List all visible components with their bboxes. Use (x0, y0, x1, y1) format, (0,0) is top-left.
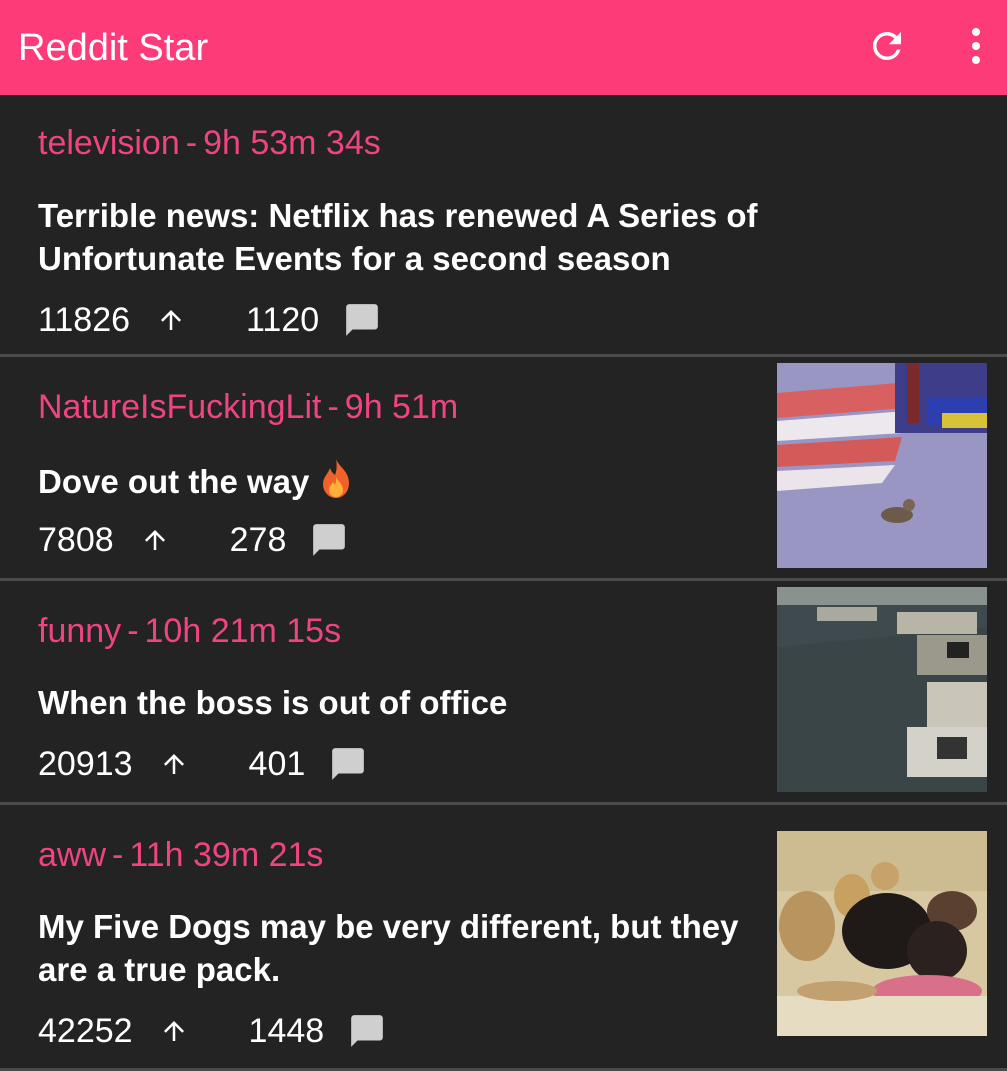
more-vert-icon (972, 28, 980, 64)
post-title: Dove out the way (38, 463, 310, 500)
app-bar: Reddit Star (0, 0, 1007, 95)
meta-separator: - (185, 124, 198, 162)
fire-icon (319, 457, 353, 509)
post-age: 9h 53m 34s (203, 124, 381, 162)
dove-on-flag-image (777, 363, 987, 568)
upvote-count: 7808 (38, 521, 114, 559)
post-thumbnail[interactable] (777, 587, 987, 792)
comment-icon[interactable] (348, 1012, 386, 1050)
post-list-item[interactable]: aww -11h 39m 21s My Five Dogs may be very… (0, 805, 1007, 1071)
upvote-count: 20913 (38, 745, 133, 783)
post-thumbnail[interactable] (777, 831, 987, 1036)
post-list-item[interactable]: funny -10h 21m 15s When the boss is out o… (0, 581, 1007, 805)
post-subreddit[interactable]: television (38, 124, 180, 162)
post-stats: 20913 401 (38, 744, 367, 784)
post-subreddit[interactable]: funny (38, 612, 121, 650)
comment-count: 1120 (246, 301, 320, 339)
post-stats: 7808 278 (38, 520, 348, 560)
arrow-up-icon[interactable] (140, 525, 170, 555)
app-root: Reddit Star television -9h 53m 34s Terrib… (0, 0, 1007, 1071)
post-title-row: Dove out the way (38, 457, 768, 509)
dogs-on-couch-image (777, 831, 987, 1036)
post-list-item[interactable]: television -9h 53m 34s Terrible news: Net… (0, 95, 1007, 357)
post-list-item[interactable]: NatureIsFuckingLit -9h 51m Dove out the w… (0, 357, 1007, 581)
post-age: 10h 21m 15s (144, 612, 342, 650)
comment-count: 401 (248, 745, 306, 783)
upvote-count: 11826 (38, 301, 131, 339)
meta-separator: - (127, 612, 139, 650)
comment-icon[interactable] (310, 521, 348, 559)
comment-icon[interactable] (329, 745, 367, 783)
post-meta: NatureIsFuckingLit -9h 51m (38, 387, 458, 427)
post-subreddit[interactable]: aww (38, 836, 106, 874)
refresh-icon (873, 31, 901, 60)
post-title: My Five Dogs may be very different, but … (38, 908, 739, 988)
refresh-button[interactable] (863, 22, 911, 70)
office-image (777, 587, 987, 792)
post-meta: aww -11h 39m 21s (38, 835, 323, 875)
post-age: 11h 39m 21s (129, 836, 324, 874)
post-meta: television -9h 53m 34s (38, 123, 381, 163)
meta-separator: - (327, 388, 339, 426)
post-age: 9h 51m (344, 388, 459, 426)
post-title: When the boss is out of office (38, 684, 508, 721)
arrow-up-icon[interactable] (159, 749, 189, 779)
post-subreddit[interactable]: NatureIsFuckingLit (38, 388, 321, 426)
post-stats: 11826 1120 (38, 300, 381, 340)
post-stats: 42252 1448 (38, 1011, 386, 1051)
comment-count: 278 (229, 521, 287, 559)
upvote-count: 42252 (38, 1012, 133, 1050)
arrow-up-icon[interactable] (159, 1016, 189, 1046)
post-meta: funny -10h 21m 15s (38, 611, 341, 651)
post-title: Terrible news: Netflix has renewed A Ser… (38, 197, 758, 277)
more-options-button[interactable] (952, 22, 1000, 70)
comment-count: 1448 (248, 1012, 325, 1050)
arrow-up-icon[interactable] (156, 305, 186, 335)
post-thumbnail[interactable] (777, 363, 987, 568)
comment-icon[interactable] (343, 301, 381, 339)
app-title: Reddit Star (18, 27, 209, 69)
meta-separator: - (112, 836, 124, 874)
